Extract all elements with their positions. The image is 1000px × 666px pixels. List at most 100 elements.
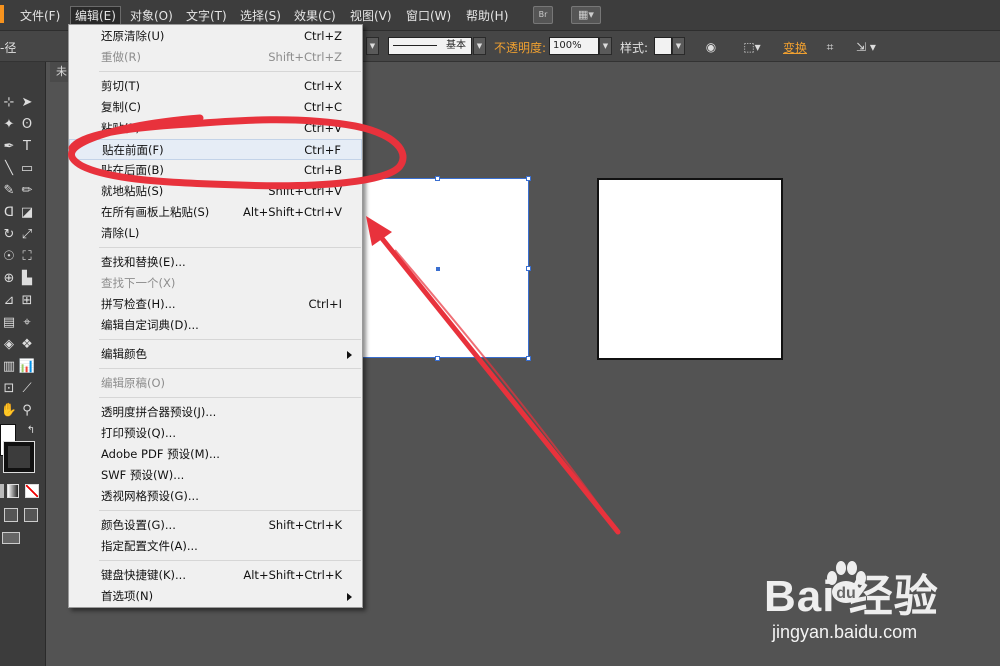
color-mode-buttons xyxy=(0,484,46,500)
menu-item[interactable]: 颜色设置(G)... Shift+Ctrl+K xyxy=(69,515,362,536)
column-graph-tool-icon[interactable]: ▥ xyxy=(0,358,18,376)
menu-item-label: 贴在前面(F) xyxy=(102,143,164,157)
opacity-input[interactable]: 100% xyxy=(549,37,599,55)
eyedropper-tool-icon[interactable]: ⌖ xyxy=(18,314,36,332)
zoom-tool-icon[interactable]: ⚲ xyxy=(18,402,36,420)
screen-mode-icon[interactable] xyxy=(2,532,20,544)
stroke-profile-select[interactable]: 基本 xyxy=(388,37,472,55)
menu-item[interactable]: 打印预设(Q)... xyxy=(69,423,362,444)
shape-builder-tool-icon[interactable]: ⊕ xyxy=(0,270,18,288)
menu-item[interactable]: 贴在前面(F) Ctrl+F xyxy=(69,139,362,160)
eraser-tool-icon[interactable]: ◪ xyxy=(18,204,36,222)
magic-wand-tool-icon[interactable]: ✦ xyxy=(0,116,18,134)
menu-file[interactable]: 文件(F) xyxy=(16,6,64,26)
menu-item[interactable]: 查找和替换(E)... xyxy=(69,252,362,273)
bar-graph-tool-icon[interactable]: 📊 xyxy=(18,358,36,376)
menu-item[interactable]: 还原清除(U) Ctrl+Z xyxy=(69,26,362,47)
arrange-documents-icon: ▦▾ xyxy=(578,8,594,21)
paintbrush-tool-icon[interactable]: ✎ xyxy=(0,182,18,200)
bridge-button[interactable]: Br xyxy=(533,6,553,24)
stroke-swatch[interactable] xyxy=(3,441,35,473)
bounding-box-handle[interactable] xyxy=(526,266,531,271)
stroke-weight-dropdown[interactable]: ▼ xyxy=(366,37,379,55)
arrange-documents-button[interactable]: ▦▾ xyxy=(571,6,601,24)
graphic-style-dropdown[interactable]: ▼ xyxy=(672,37,685,55)
warp-tool-icon[interactable]: ☉ xyxy=(0,248,18,266)
slice-tool-icon[interactable]: ⟋ xyxy=(18,380,36,398)
menu-type[interactable]: 文字(T) xyxy=(182,6,231,26)
menu-object[interactable]: 对象(O) xyxy=(126,6,177,26)
menu-separator xyxy=(99,339,361,340)
bounding-box-handle[interactable] xyxy=(526,356,531,361)
opacity-dropdown[interactable]: ▼ xyxy=(599,37,612,55)
align-options-icon[interactable]: ⬚▾ xyxy=(740,39,764,55)
direct-selection-tool-icon[interactable]: ⊹ xyxy=(0,94,18,112)
menu-item[interactable]: Adobe PDF 预设(M)... xyxy=(69,444,362,465)
swap-fill-stroke-icon[interactable]: ↰ xyxy=(22,422,40,440)
menu-item[interactable]: 在所有画板上粘贴(S) Alt+Shift+Ctrl+V xyxy=(69,202,362,223)
draw-behind-icon[interactable] xyxy=(24,508,38,522)
menu-select[interactable]: 选择(S) xyxy=(236,6,285,26)
line-tool-icon[interactable]: ╲ xyxy=(0,160,18,178)
menu-item: 查找下一个(X) xyxy=(69,273,362,294)
draw-normal-icon[interactable] xyxy=(4,508,18,522)
menu-item[interactable]: 编辑自定词典(D)... xyxy=(69,315,362,336)
menu-effect[interactable]: 效果(C) xyxy=(290,6,340,26)
artboard-tool-icon[interactable]: ⊡ xyxy=(0,380,18,398)
scale-tool-icon[interactable]: ⤢ xyxy=(18,226,36,244)
blob-brush-tool-icon[interactable]: ᗡ xyxy=(0,204,18,222)
menu-separator xyxy=(99,247,361,248)
menu-item[interactable]: 拼写检查(H)... Ctrl+I xyxy=(69,294,362,315)
bounding-box-handle[interactable] xyxy=(526,176,531,181)
pencil-tool-icon[interactable]: ✏ xyxy=(18,182,36,200)
menu-item[interactable]: 贴在后面(B) Ctrl+B xyxy=(69,160,362,181)
blend-tool-icon[interactable]: ◈ xyxy=(0,336,18,354)
bounding-box-handle[interactable] xyxy=(435,356,440,361)
menu-item-label: 查找和替换(E)... xyxy=(101,255,186,269)
menu-item[interactable]: 透视网格预设(G)... xyxy=(69,486,362,507)
rectangle-tool-icon[interactable]: ▭ xyxy=(18,160,36,178)
mesh-tool-icon[interactable]: ⊞ xyxy=(18,292,36,310)
selection-tool-icon[interactable]: ➤ xyxy=(18,94,36,112)
menu-window[interactable]: 窗口(W) xyxy=(402,6,455,26)
menu-item[interactable]: SWF 预设(W)... xyxy=(69,465,362,486)
transform-link[interactable]: 变换 xyxy=(783,39,807,56)
color-fill-icon[interactable] xyxy=(0,484,4,498)
opacity-label[interactable]: 不透明度: xyxy=(494,39,546,56)
rotate-tool-icon[interactable]: ↻ xyxy=(0,226,18,244)
panel-menu-icon[interactable]: ⇲ ▾ xyxy=(852,39,880,55)
menu-edit[interactable]: 编辑(E) xyxy=(70,6,121,26)
menu-item[interactable]: 清除(L) xyxy=(69,223,362,244)
isolate-object-icon[interactable]: ⌗ xyxy=(822,39,838,55)
stroke-profile-dropdown[interactable]: ▼ xyxy=(473,37,486,55)
menu-item[interactable]: 复制(C) Ctrl+C xyxy=(69,97,362,118)
menu-item[interactable]: 透明度拼合器预设(J)... xyxy=(69,402,362,423)
menu-help[interactable]: 帮助(H) xyxy=(462,6,512,26)
graphic-style-swatch[interactable] xyxy=(654,37,672,55)
gradient-fill-icon[interactable] xyxy=(7,484,19,498)
gradient-tool-icon[interactable]: ▤ xyxy=(0,314,18,332)
recolor-artwork-icon[interactable]: ◉ xyxy=(703,39,719,55)
hand-tool-icon[interactable]: ✋ xyxy=(0,402,18,420)
perspective-grid-tool-icon[interactable]: ⊿ xyxy=(0,292,18,310)
free-transform-tool-icon[interactable]: ⛶ xyxy=(18,248,36,266)
menu-item[interactable]: 首选项(N) xyxy=(69,586,362,607)
bounding-box-handle[interactable] xyxy=(435,176,440,181)
none-fill-icon[interactable] xyxy=(25,484,39,498)
lasso-tool-icon[interactable]: ʘ xyxy=(18,116,36,134)
menu-item[interactable]: 就地粘贴(S) Shift+Ctrl+V xyxy=(69,181,362,202)
menu-item[interactable]: 粘贴(P) Ctrl+V xyxy=(69,118,362,139)
pen-tool-icon[interactable]: ✒ xyxy=(0,138,18,156)
unselected-rectangle[interactable] xyxy=(597,178,783,360)
menu-item[interactable]: 键盘快捷键(K)... Alt+Shift+Ctrl+K xyxy=(69,565,362,586)
baidu-paw-icon: du xyxy=(827,561,866,603)
app-logo-icon xyxy=(0,5,4,23)
menu-item[interactable]: 指定配置文件(A)... xyxy=(69,536,362,557)
menu-view[interactable]: 视图(V) xyxy=(346,6,396,26)
menu-item[interactable]: 编辑颜色 xyxy=(69,344,362,365)
menu-item-label: 编辑原稿(O) xyxy=(101,376,166,390)
live-paint-tool-icon[interactable]: ▙ xyxy=(18,270,36,288)
menu-item[interactable]: 剪切(T) Ctrl+X xyxy=(69,76,362,97)
type-tool-icon[interactable]: T xyxy=(18,138,36,156)
symbol-sprayer-tool-icon[interactable]: ❖ xyxy=(18,336,36,354)
